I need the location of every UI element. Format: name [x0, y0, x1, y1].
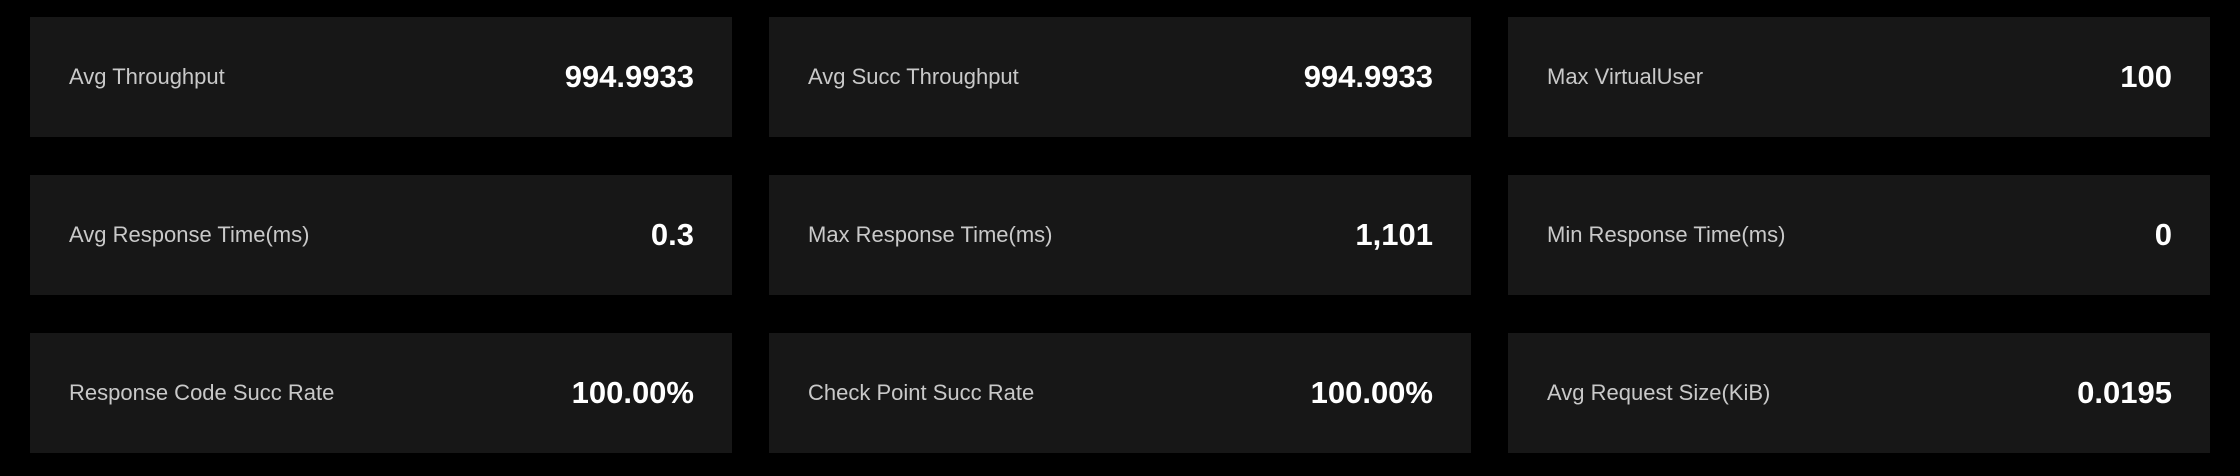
metric-value: 994.9933 — [1303, 59, 1433, 94]
metric-card-check-point-succ-rate: Check Point Succ Rate 100.00% — [769, 333, 1471, 453]
metric-value: 0.3 — [650, 217, 694, 252]
metric-label: Min Response Time(ms) — [1547, 222, 1786, 247]
metric-value: 0 — [2154, 217, 2172, 252]
metric-label: Max VirtualUser — [1547, 64, 1704, 89]
metric-label: Avg Response Time(ms) — [69, 222, 310, 247]
metric-card-avg-response-time: Avg Response Time(ms) 0.3 — [30, 175, 732, 295]
metric-label: Max Response Time(ms) — [808, 222, 1053, 247]
metric-card-max-virtual-user: Max VirtualUser 100 — [1508, 17, 2210, 137]
metric-card-max-response-time: Max Response Time(ms) 1,101 — [769, 175, 1471, 295]
metric-label: Check Point Succ Rate — [808, 380, 1035, 405]
metric-label: Avg Throughput — [69, 64, 225, 89]
metric-label: Avg Request Size(KiB) — [1547, 380, 1771, 405]
metric-value: 0.0195 — [2077, 375, 2172, 410]
metric-card-avg-throughput: Avg Throughput 994.9933 — [30, 17, 732, 137]
metric-value: 994.9933 — [564, 59, 694, 94]
metric-value: 100 — [2120, 59, 2172, 94]
metric-value: 1,101 — [1355, 217, 1433, 252]
metric-card-min-response-time: Min Response Time(ms) 0 — [1508, 175, 2210, 295]
metric-card-response-code-succ-rate: Response Code Succ Rate 100.00% — [30, 333, 732, 453]
metric-card-avg-succ-throughput: Avg Succ Throughput 994.9933 — [769, 17, 1471, 137]
metric-label: Response Code Succ Rate — [69, 380, 335, 405]
metric-value: 100.00% — [1310, 375, 1433, 410]
metrics-grid: Avg Throughput 994.9933 Avg Succ Through… — [0, 0, 2240, 476]
metric-value: 100.00% — [571, 375, 694, 410]
metric-card-avg-request-size: Avg Request Size(KiB) 0.0195 — [1508, 333, 2210, 453]
metric-label: Avg Succ Throughput — [808, 64, 1019, 89]
